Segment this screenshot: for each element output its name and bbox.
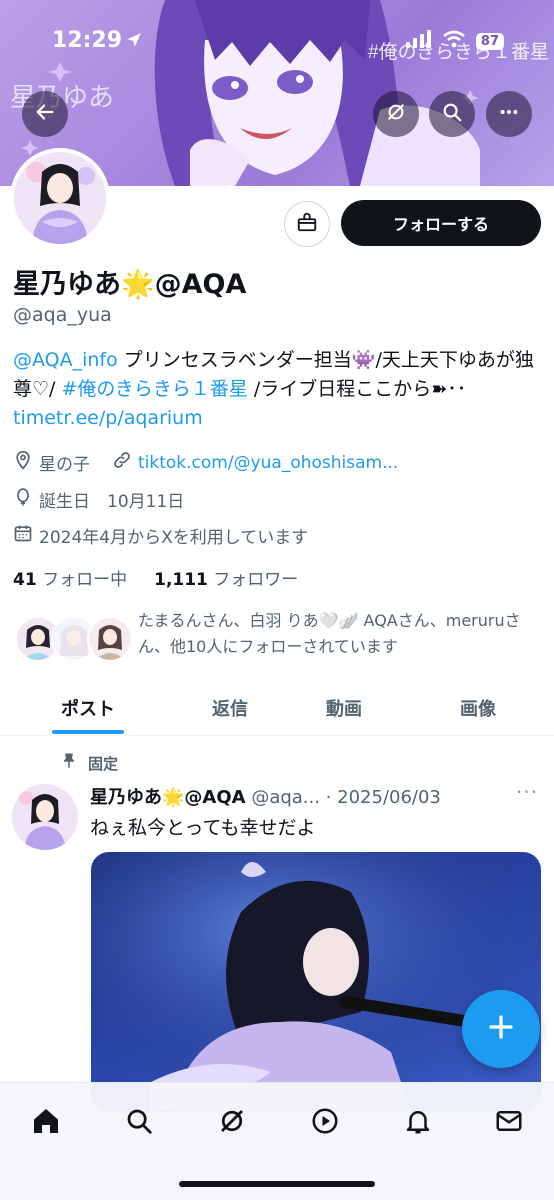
status-time: 12:29 <box>52 28 123 53</box>
followers-link[interactable]: 1,111 フォロワー <box>154 570 298 590</box>
post-author-avatar[interactable] <box>12 784 78 850</box>
profile-bio: @AQA_info プリンセスラベンダー担当👾/天上天下ゆあが独尊♡/ #俺のき… <box>13 346 543 433</box>
more-icon <box>498 101 520 127</box>
following-link[interactable]: 41 フォロー中 <box>13 570 127 590</box>
plus-icon <box>486 1012 516 1046</box>
tab-replies[interactable]: 返信 <box>172 680 288 736</box>
more-options-button[interactable] <box>486 91 532 137</box>
bell-icon <box>403 1106 433 1140</box>
back-arrow-icon <box>34 101 56 127</box>
wifi-icon <box>442 30 466 52</box>
profile-tabs: ポスト 返信 動画 画像 <box>0 680 554 736</box>
display-name: 星乃ゆあ🌟@AQA <box>13 269 247 300</box>
grok-icon <box>217 1106 247 1140</box>
battery-indicator: 87 <box>475 32 504 50</box>
avatar-photo <box>14 152 106 244</box>
profile-handle: @aqa_yua <box>13 304 112 326</box>
follow-button[interactable]: フォローする <box>341 200 541 246</box>
profile-website-link[interactable]: tiktok.com/@yua_ohoshisam... <box>138 453 398 473</box>
link-icon <box>112 450 138 475</box>
profile-location: 星の子 <box>39 455 90 475</box>
nav-grok[interactable] <box>210 1101 254 1145</box>
pinned-label: 固定 <box>88 754 119 773</box>
grok-button[interactable] <box>373 91 419 137</box>
profile-meta-row-1: 星の子 tiktok.com/@yua_ohoshisam... <box>13 450 398 475</box>
search-icon <box>124 1106 154 1140</box>
post-author-name[interactable]: 星乃ゆあ🌟@AQA <box>90 787 246 808</box>
gift-icon <box>296 211 318 237</box>
location-arrow-icon <box>125 31 143 53</box>
home-icon <box>30 1105 62 1141</box>
nav-notifications[interactable] <box>396 1101 440 1145</box>
known-followers-text: たまるんさん、白羽 りあ🤍🪽 AQAさん、meruruさん、他10人にフォローさ… <box>138 611 521 656</box>
bio-mention-link[interactable]: @AQA_info <box>13 349 118 371</box>
tab-posts[interactable]: ポスト <box>30 680 146 736</box>
search-button[interactable] <box>429 91 475 137</box>
bio-url-link[interactable]: timetr.ee/p/aqarium <box>13 407 203 429</box>
known-followers[interactable]: たまるんさん、白羽 りあ🤍🪽 AQAさん、meruruさん、他10人にフォローさ… <box>15 608 545 668</box>
status-indicators: 87 <box>405 30 504 52</box>
followers-label: フォロワー <box>213 570 299 590</box>
grok-icon <box>385 101 407 127</box>
post-text: ねぇ私今とっても幸せだよ <box>90 817 316 839</box>
post-media-image[interactable] <box>91 852 541 1112</box>
active-tab-indicator <box>52 730 124 734</box>
bio-hashtag-link[interactable]: #俺のきらきら１番星 <box>61 378 247 400</box>
nav-home[interactable] <box>24 1101 68 1145</box>
mail-icon <box>494 1106 524 1140</box>
calendar-icon <box>13 523 39 548</box>
post-photo <box>91 852 541 1112</box>
profile-meta-row-3: 2024年4月からXを利用しています <box>13 523 308 548</box>
profile-joined-date: 2024年4月からXを利用しています <box>39 528 309 548</box>
bio-text-2: /ライブ日程ここから➽･･ <box>247 378 467 400</box>
status-bar: 12:29 87 <box>0 0 554 80</box>
tab-images[interactable]: 画像 <box>420 680 536 736</box>
gift-button[interactable] <box>284 201 330 247</box>
profile-avatar[interactable] <box>10 148 110 248</box>
compose-post-button[interactable] <box>462 990 540 1068</box>
search-icon <box>441 101 463 127</box>
profile-stats: 41 フォロー中 1,111 フォロワー <box>13 565 298 590</box>
following-label: フォロー中 <box>42 570 128 590</box>
nav-video[interactable] <box>303 1101 347 1145</box>
post-more-button[interactable]: ··· <box>516 780 538 804</box>
pin-icon <box>60 752 78 774</box>
tab-videos[interactable]: 動画 <box>286 680 402 736</box>
known-follower-avatar <box>87 616 133 662</box>
post-header: 星乃ゆあ🌟@AQA @aqa... · 2025/06/03 <box>90 783 535 809</box>
profile-birthday: 誕生日 10月11日 <box>39 492 185 512</box>
location-icon <box>13 450 39 475</box>
home-indicator <box>179 1181 375 1187</box>
pinned-label-row: 固定 <box>60 752 118 774</box>
balloon-icon <box>13 487 39 512</box>
post-handle-date: @aqa... · 2025/06/03 <box>251 787 441 808</box>
nav-messages[interactable] <box>487 1101 531 1145</box>
followers-count: 1,111 <box>154 570 208 590</box>
back-button[interactable] <box>22 91 68 137</box>
profile-meta-row-2: 誕生日 10月11日 <box>13 487 184 512</box>
video-icon <box>310 1106 340 1140</box>
signal-icon <box>405 30 432 52</box>
following-count: 41 <box>13 570 37 590</box>
nav-search[interactable] <box>117 1101 161 1145</box>
